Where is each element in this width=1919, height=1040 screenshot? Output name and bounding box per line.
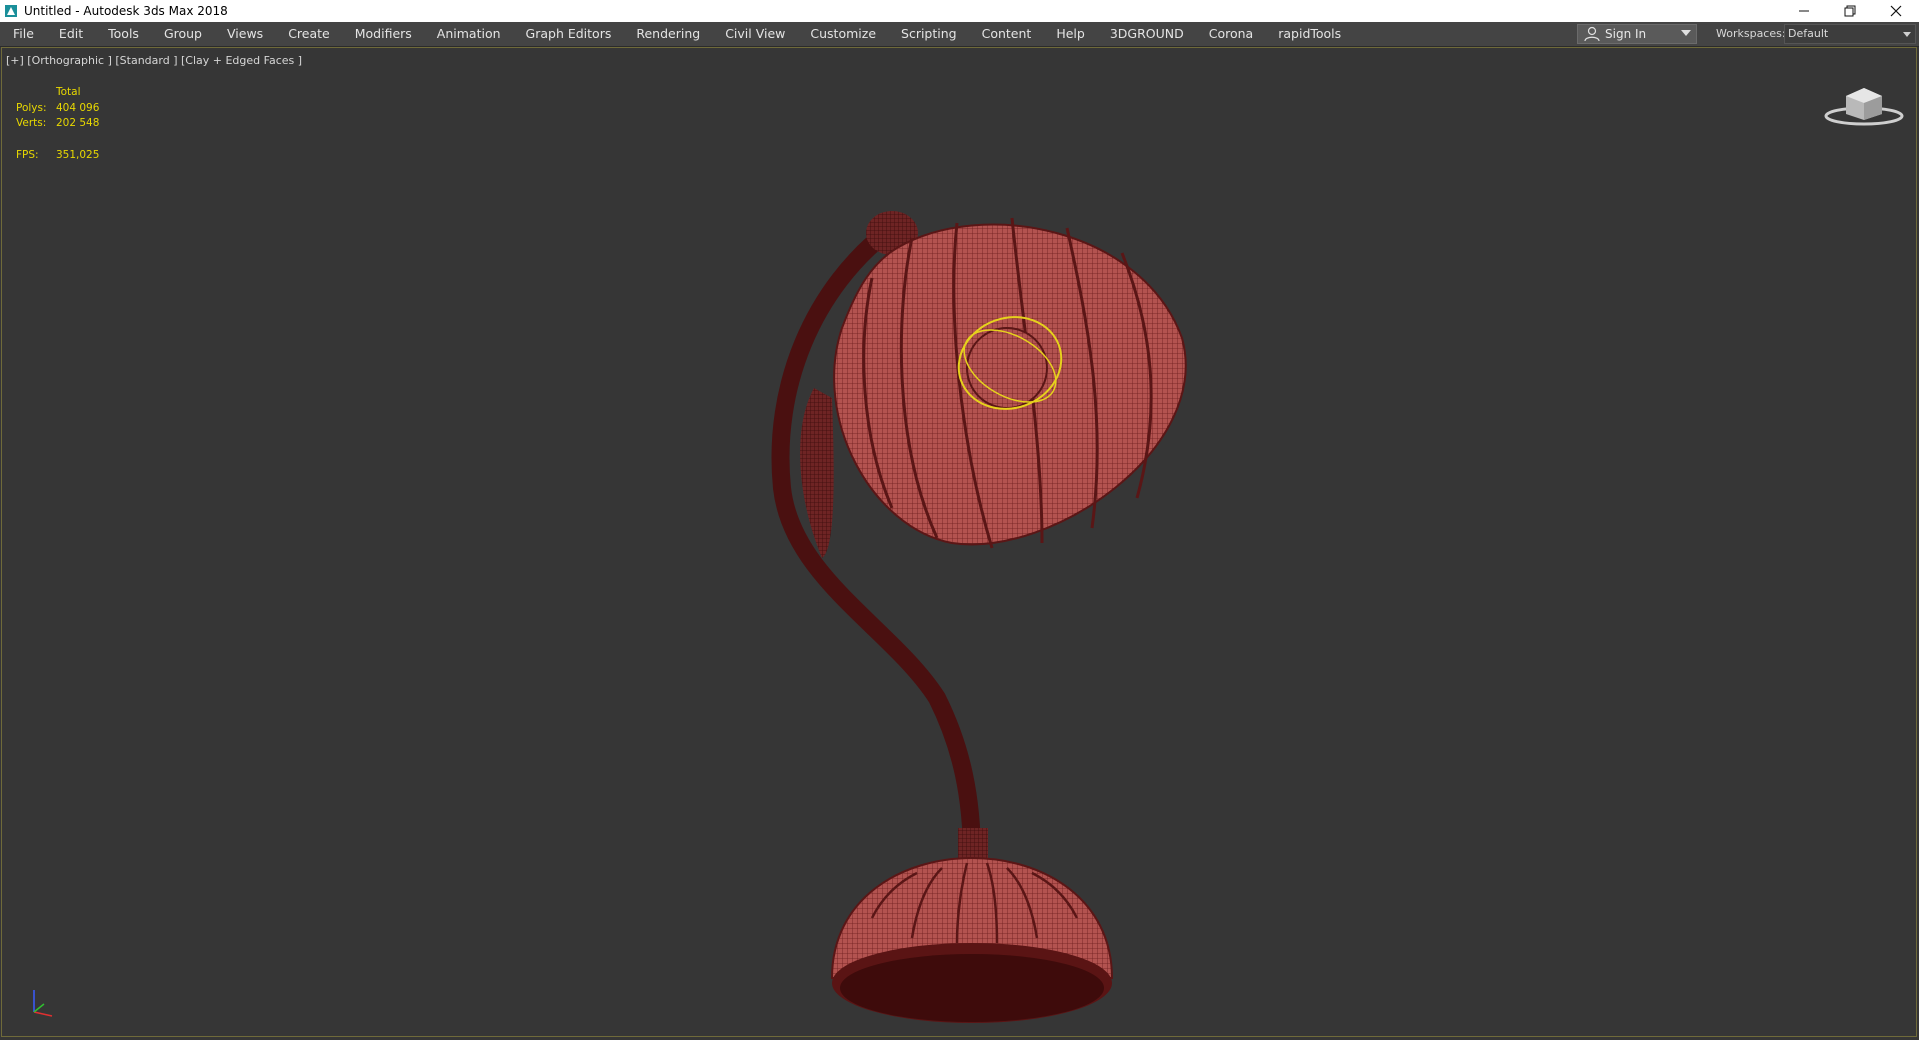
viewport-orthographic[interactable]: [+] [Orthographic ] [Standard ] [Clay + …: [1, 47, 1917, 1037]
restore-icon: [1844, 5, 1856, 17]
workspace-value: Default: [1788, 27, 1829, 40]
menu-content[interactable]: Content: [969, 22, 1044, 46]
menu-animation[interactable]: Animation: [424, 22, 513, 46]
app-3dsmax-icon: [5, 5, 17, 17]
polys-value: 404 096: [56, 101, 100, 114]
menu-help[interactable]: Help: [1044, 22, 1098, 46]
viewcube[interactable]: [1824, 78, 1904, 128]
viewport-label-menu[interactable]: [+] [Orthographic ] [Standard ] [Clay + …: [6, 54, 302, 67]
user-icon: [1584, 26, 1600, 42]
close-icon: [1890, 5, 1902, 17]
menu-rapidtools[interactable]: rapidTools: [1266, 22, 1354, 46]
menu-scripting[interactable]: Scripting: [889, 22, 970, 46]
fps-label: FPS:: [16, 148, 39, 161]
menu-civil-view[interactable]: Civil View: [713, 22, 798, 46]
chevron-down-icon: [1681, 30, 1691, 36]
workspaces-label: Workspaces:: [1716, 27, 1786, 40]
menu-group[interactable]: Group: [151, 22, 214, 46]
menu-bar: File Edit Tools Group Views Create Modif…: [0, 22, 1919, 47]
sign-in-dropdown[interactable]: Sign In: [1577, 24, 1697, 44]
minimize-icon: [1799, 10, 1809, 12]
close-button[interactable]: [1873, 0, 1919, 22]
menu-modifiers[interactable]: Modifiers: [342, 22, 424, 46]
menu-3dground[interactable]: 3DGROUND: [1097, 22, 1196, 46]
menu-views[interactable]: Views: [215, 22, 276, 46]
menu-graph-editors[interactable]: Graph Editors: [513, 22, 624, 46]
fps-value: 351,025: [56, 148, 100, 161]
verts-value: 202 548: [56, 117, 100, 129]
statistics-overlay: Total Polys: 404 096 Verts: 202 548 FPS: 35…: [16, 85, 99, 163]
workspaces-select[interactable]: Default: [1784, 24, 1916, 44]
axis-tripod-icon: [33, 990, 53, 1017]
polys-label: Polys:: [16, 101, 47, 114]
window-title: Untitled - Autodesk 3ds Max 2018: [24, 4, 228, 18]
stats-total-header: Total: [56, 86, 81, 98]
menu-rendering[interactable]: Rendering: [624, 22, 713, 46]
menu-create[interactable]: Create: [276, 22, 343, 46]
restore-button[interactable]: [1827, 0, 1873, 22]
verts-label: Verts:: [16, 117, 47, 129]
menu-file[interactable]: File: [0, 22, 46, 46]
menu-tools[interactable]: Tools: [96, 22, 152, 46]
menu-edit[interactable]: Edit: [46, 22, 95, 46]
minimize-button[interactable]: [1781, 0, 1827, 22]
lamp-model[interactable]: [722, 158, 1222, 1038]
chevron-down-icon: [1903, 32, 1911, 37]
sign-in-label: Sign In: [1605, 27, 1647, 41]
menu-customize[interactable]: Customize: [798, 22, 889, 46]
title-bar: Untitled - Autodesk 3ds Max 2018: [0, 0, 1919, 22]
menu-corona[interactable]: Corona: [1196, 22, 1265, 46]
